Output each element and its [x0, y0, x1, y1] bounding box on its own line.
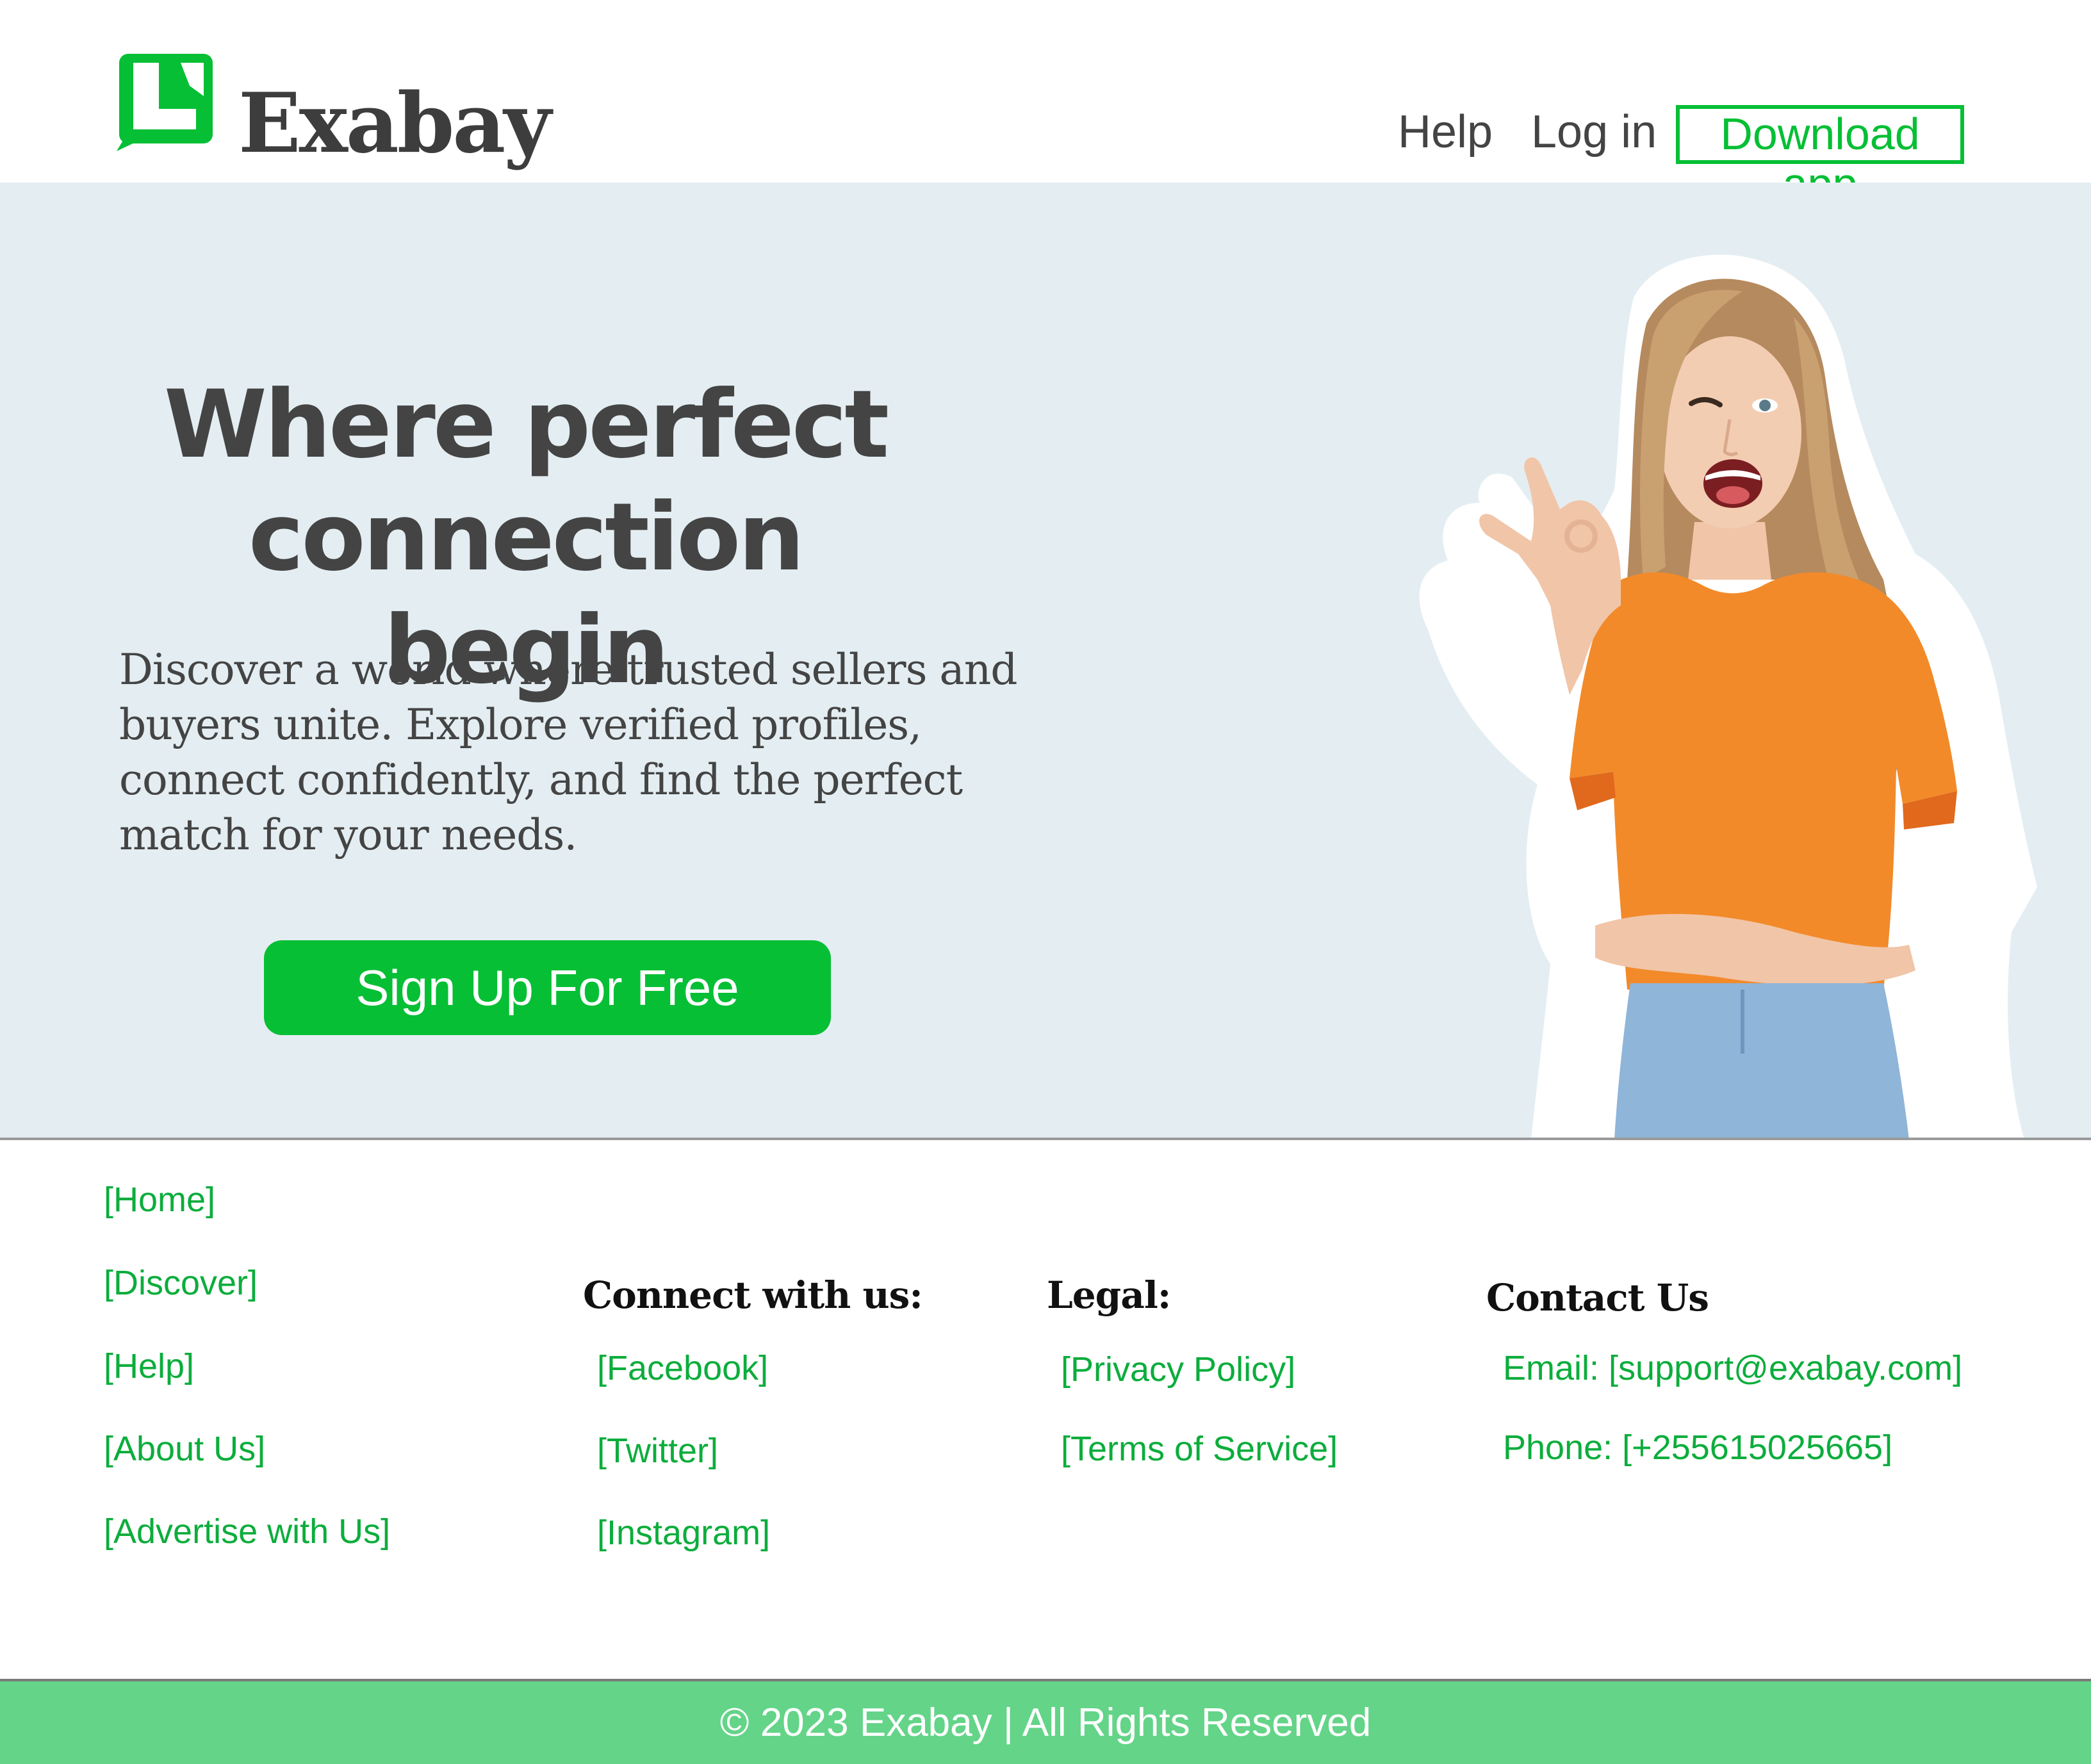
copyright-text: © 2023 Exabay | All Rights Reserved — [719, 1701, 1372, 1745]
footer-link-privacy-policy[interactable]: [Privacy Policy] — [1061, 1348, 1295, 1391]
nav-login-link[interactable]: Log in — [1531, 104, 1657, 160]
copyright-bar: © 2023 Exabay | All Rights Reserved — [0, 1681, 2091, 1764]
contact-heading: Contact Us — [1486, 1276, 1709, 1319]
site-header: Exabay Help Log in Download app — [0, 0, 2091, 209]
footer-link-terms-of-service[interactable]: [Terms of Service] — [1061, 1428, 1338, 1470]
exabay-logo-icon[interactable] — [113, 51, 215, 151]
footer-link-facebook[interactable]: [Facebook] — [597, 1347, 768, 1389]
download-app-button[interactable]: Download app — [1676, 105, 1964, 209]
footer-link-about-us[interactable]: [About Us] — [104, 1428, 265, 1470]
legal-heading: Legal: — [1047, 1273, 1171, 1317]
footer-link-help[interactable]: [Help] — [104, 1345, 194, 1387]
brand-name[interactable]: Exabay — [238, 76, 552, 172]
hero-title-line-1: Where perfect — [163, 370, 889, 479]
connect-heading: Connect with us: — [583, 1273, 923, 1317]
footer-link-twitter[interactable]: [Twitter] — [597, 1430, 718, 1472]
nav-help-link[interactable]: Help — [1398, 104, 1493, 160]
footer-link-discover[interactable]: [Discover] — [104, 1262, 258, 1304]
sign-up-button[interactable]: Sign Up For Free — [264, 940, 831, 1035]
footer-link-home[interactable]: [Home] — [104, 1179, 215, 1221]
hero-section: Where perfect connection begin Discover … — [0, 183, 2091, 1139]
contact-phone[interactable]: Phone: [+255615025665] — [1503, 1426, 1892, 1469]
hero-woman-image — [1419, 254, 2037, 1139]
hero-description: Discover a world where trusted sellers a… — [119, 645, 1018, 860]
footer-link-instagram[interactable]: [Instagram] — [597, 1512, 770, 1554]
footer-link-advertise[interactable]: [Advertise with Us] — [104, 1510, 390, 1553]
contact-email[interactable]: Email: [support@exabay.com] — [1503, 1347, 1962, 1389]
site-footer: [Home] [Discover] [Help] [About Us] [Adv… — [0, 1140, 2091, 1681]
